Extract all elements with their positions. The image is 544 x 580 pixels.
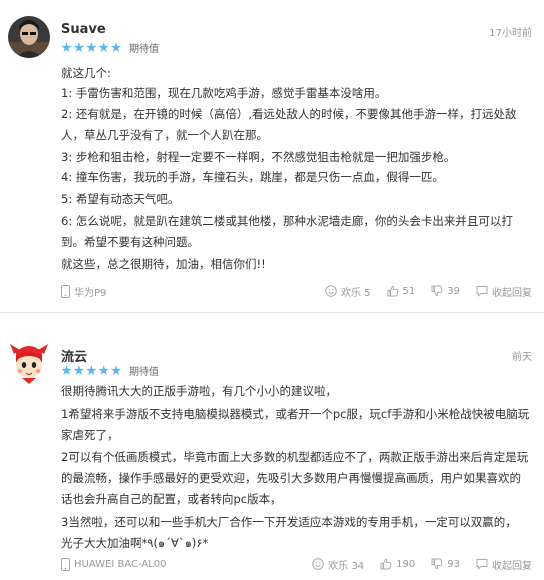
timestamp: 17小时前 xyxy=(489,28,532,39)
review-paragraph: 3: 步枪和狙击枪，射程一定要不一样啊，不然感觉狙击枪就是一把加强步枪。 xyxy=(61,150,456,164)
review-paragraph: 1希望将来手游版不支持电脑模拟器模式，或者开一个pc服，玩cf手游和小米枪战快被… xyxy=(61,407,530,442)
star-icon xyxy=(110,365,122,376)
star-icon xyxy=(98,42,109,53)
star-icon xyxy=(110,42,122,53)
review-card: 流云 前天 期待值 很期待腾讯大大的正版手游啦，有几个小小的建议啦， 1希望将来… xyxy=(0,320,544,580)
review-paragraph: 光子大大加油啊*٩(๑´∀`๑)۶* xyxy=(61,536,209,550)
review-card: Suave 17小时前 期待值 就这几个: 1: 手雷伤害和范围，现在几款吃鸡手… xyxy=(0,0,544,310)
review-paragraph: 5: 希望有动态天气吧。 xyxy=(61,192,180,206)
avatar[interactable] xyxy=(8,16,50,58)
review-footer: 华为P9 欢乐 5 51 39 收起回复 xyxy=(61,282,532,300)
collapse-replies-label: 收起回复 xyxy=(492,287,532,299)
thumbs-down-icon xyxy=(431,558,443,570)
thumbs-up-icon xyxy=(380,558,392,570)
fun-count: 欢乐 5 xyxy=(340,287,371,299)
rating-stars: 期待值 xyxy=(61,363,159,378)
divider xyxy=(0,312,544,313)
review-paragraph: 1: 手雷伤害和范围，现在几款吃鸡手游，感觉手雷基本没啥用。 xyxy=(61,86,387,100)
device-info: 华为P9 xyxy=(61,284,309,299)
phone-icon xyxy=(61,557,70,571)
review-paragraph: 6: 怎么说呢，就是趴在建筑二楼或其他楼，那种水泥墙走廊，你的头会卡出来并且可以… xyxy=(61,214,513,249)
rating-label: 期待值 xyxy=(128,44,159,55)
star-icon xyxy=(73,42,85,53)
username[interactable]: Suave xyxy=(61,22,106,37)
like-count: 190 xyxy=(396,558,416,570)
review-paragraph: 很期待腾讯大大的正版手游啦，有几个小小的建议啦， xyxy=(61,384,337,398)
review-paragraph: 3当然啦，还可以和一些手机大厂合作一下开发适应本游戏的专用手机，一定可以双赢的， xyxy=(61,515,517,529)
rating-label: 期待值 xyxy=(128,367,159,378)
thumbs-up-icon xyxy=(387,285,398,297)
star-icon xyxy=(98,365,109,376)
collapse-replies-button[interactable]: 收起回复 xyxy=(476,557,532,572)
like-button[interactable]: 51 xyxy=(387,285,416,297)
like-count: 51 xyxy=(402,285,416,297)
review-paragraph: 4: 撞车伤害，我玩的手游，车撞石头，跳崖，都是只伤一点血，假得一匹。 xyxy=(61,170,444,184)
comment-icon xyxy=(476,286,488,297)
smiley-icon xyxy=(312,558,325,570)
collapse-replies-label: 收起回复 xyxy=(492,560,532,572)
thumbs-down-icon xyxy=(431,285,443,297)
review-footer: HUAWEI BAC-AL00 欢乐 34 190 93 收起回复 xyxy=(61,555,532,573)
dislike-count: 39 xyxy=(447,285,460,297)
comment-icon xyxy=(476,559,488,570)
fun-count: 欢乐 34 xyxy=(328,560,365,572)
collapse-replies-button[interactable]: 收起回复 xyxy=(476,284,532,299)
device-info: HUAWEI BAC-AL00 xyxy=(61,557,296,571)
timestamp: 前天 xyxy=(512,352,532,363)
avatar[interactable] xyxy=(8,342,50,384)
dislike-button[interactable]: 93 xyxy=(431,558,460,570)
review-paragraph: 2: 还有就是，在开镜的时候（高倍）,看远处敌人的时候，不要像其他手游一样，打远… xyxy=(61,107,517,142)
star-icon xyxy=(73,365,85,376)
star-icon xyxy=(86,365,97,376)
phone-icon xyxy=(61,284,70,298)
dislike-count: 93 xyxy=(447,558,460,570)
fun-button[interactable]: 欢乐 34 xyxy=(312,557,364,572)
star-icon xyxy=(61,42,72,53)
device-name: 华为P9 xyxy=(74,287,107,299)
star-icon xyxy=(61,365,72,376)
like-button[interactable]: 190 xyxy=(380,558,415,570)
smiley-icon xyxy=(325,285,337,297)
review-paragraph: 就这些，总之很期待，加油，相信你们!! xyxy=(61,257,266,271)
review-paragraph: 2可以有个低画质模式，毕竟市面上大多数的机型都适应不了，两款正版手游出来后肯定是… xyxy=(61,450,529,506)
fun-button[interactable]: 欢乐 5 xyxy=(325,284,371,299)
rating-stars: 期待值 xyxy=(61,40,159,55)
dislike-button[interactable]: 39 xyxy=(431,285,460,297)
star-icon xyxy=(86,42,97,53)
review-paragraph: 就这几个: xyxy=(61,66,111,80)
device-name: HUAWEI BAC-AL00 xyxy=(74,558,167,570)
